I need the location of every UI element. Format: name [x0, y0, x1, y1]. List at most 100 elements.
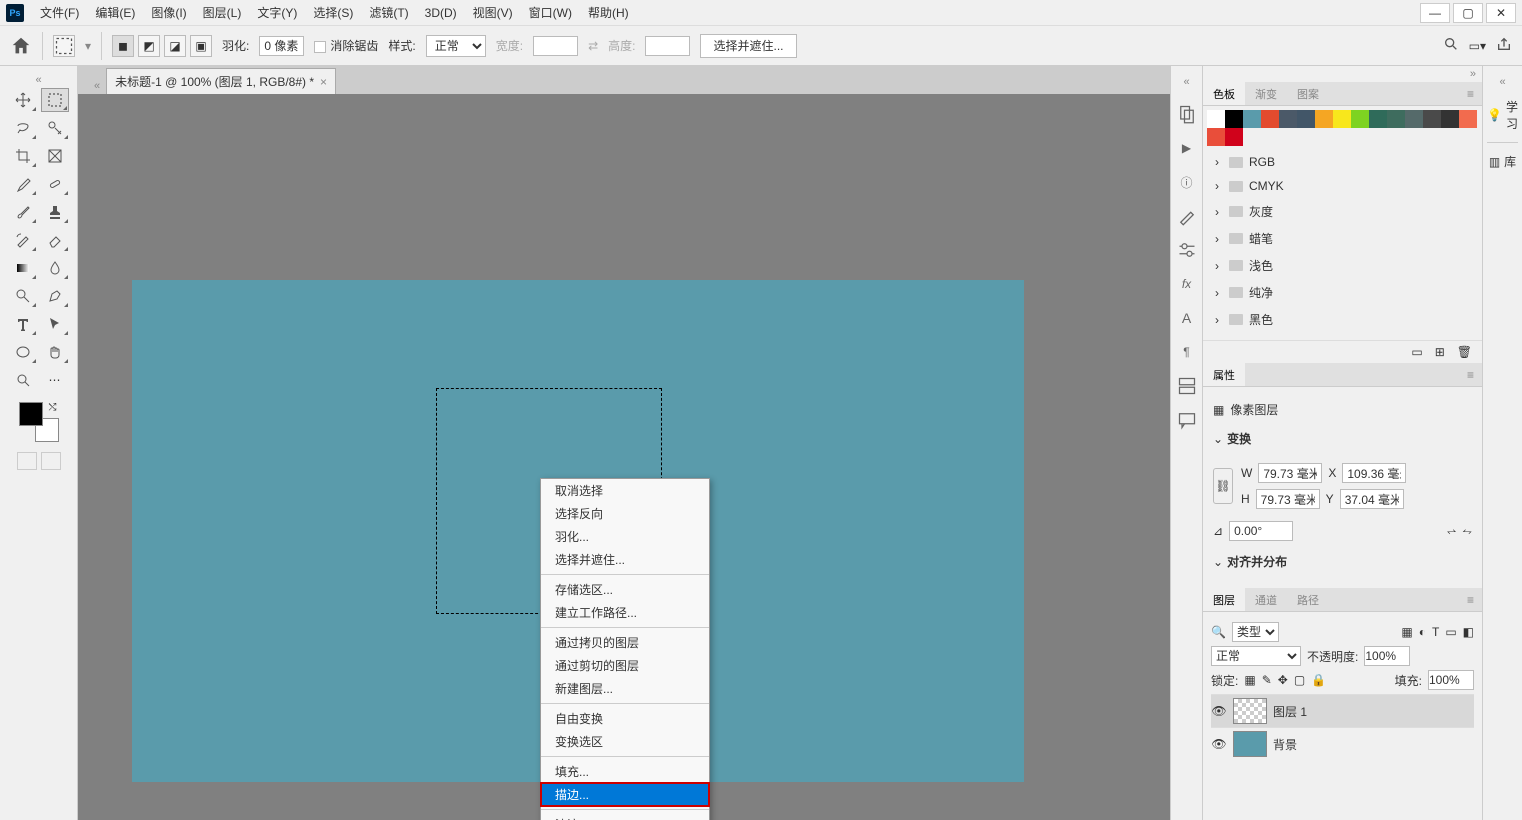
tab-pattern[interactable]: 图案 [1287, 82, 1329, 105]
swatch[interactable] [1423, 110, 1441, 128]
history-brush-tool[interactable] [9, 228, 37, 252]
visibility-icon[interactable]: 👁 [1211, 737, 1227, 751]
context-menu-item[interactable]: 建立工作路径... [541, 601, 709, 624]
eraser-tool[interactable] [41, 228, 69, 252]
stamp-tool[interactable] [41, 200, 69, 224]
swatch-folder[interactable]: ›较暗 [1203, 333, 1482, 340]
context-menu-item[interactable]: 通过剪切的图层 [541, 654, 709, 677]
tab-layers[interactable]: 图层 [1203, 588, 1245, 611]
filter-shape-icon[interactable]: ▭ [1445, 625, 1456, 639]
marquee-tool[interactable] [41, 88, 69, 112]
feather-input[interactable] [259, 36, 304, 56]
menu-3d[interactable]: 3D(D) [417, 0, 465, 25]
hist-strip-icon[interactable] [1177, 376, 1197, 396]
filter-type-icon[interactable]: T [1432, 625, 1439, 639]
new-swatch-icon[interactable]: ⊞ [1435, 345, 1445, 359]
document-tab[interactable]: 未标题-1 @ 100% (图层 1, RGB/8#) * × [106, 68, 336, 94]
swatch[interactable] [1387, 110, 1405, 128]
screenmode-icon[interactable] [41, 452, 61, 470]
swatch[interactable] [1459, 110, 1477, 128]
layer-name[interactable]: 图层 1 [1273, 703, 1307, 720]
context-menu-item[interactable]: 自由变换 [541, 707, 709, 730]
strip-collapse-icon[interactable]: « [1177, 74, 1195, 90]
close-tab-icon[interactable]: × [320, 75, 327, 89]
menu-file[interactable]: 文件(F) [32, 0, 87, 25]
menu-view[interactable]: 视图(V) [465, 0, 521, 25]
path-select-tool[interactable] [41, 312, 69, 336]
link-wh-icon[interactable]: ⛓ [1213, 468, 1233, 504]
home-icon[interactable] [10, 35, 32, 57]
foreground-color[interactable] [19, 402, 43, 426]
type-tool[interactable] [9, 312, 37, 336]
swatch[interactable] [1369, 110, 1387, 128]
zoom-tool[interactable] [9, 368, 37, 392]
swatch[interactable] [1225, 128, 1243, 146]
x-field[interactable] [1342, 463, 1406, 483]
more-tools[interactable]: ⋯ [41, 368, 69, 392]
lock-paint-icon[interactable]: ✎ [1262, 673, 1272, 687]
tabbar-collapse-icon[interactable]: « [88, 78, 106, 94]
quickmask-icon[interactable] [17, 452, 37, 470]
align-section[interactable]: 对齐并分布 [1227, 553, 1287, 570]
lock-all-icon[interactable]: 🔒 [1311, 673, 1326, 687]
char-strip-icon[interactable]: A [1177, 308, 1197, 328]
menu-layer[interactable]: 图层(L) [195, 0, 250, 25]
tab-gradient[interactable]: 渐变 [1245, 82, 1287, 105]
filter-pixel-icon[interactable]: ▦ [1401, 625, 1412, 639]
context-menu-item[interactable]: 通过拷贝的图层 [541, 631, 709, 654]
search-icon[interactable] [1443, 36, 1459, 55]
context-menu-item[interactable]: 存储选区... [541, 578, 709, 601]
share-icon[interactable] [1496, 36, 1512, 55]
lock-pixels-icon[interactable]: ▦ [1244, 673, 1255, 687]
swatch-folder[interactable]: ›纯净 [1203, 279, 1482, 306]
menu-filter[interactable]: 滤镜(T) [361, 0, 416, 25]
height-field[interactable] [1256, 489, 1320, 509]
swap-colors-icon[interactable]: ⤭ [49, 402, 57, 413]
eyedropper-tool[interactable] [9, 172, 37, 196]
brush-strip-icon[interactable] [1177, 206, 1197, 226]
select-and-mask-button[interactable]: 选择并遮住... [700, 34, 796, 58]
color-swatches[interactable]: ⤭ [19, 402, 59, 442]
window-close-button[interactable]: ✕ [1486, 3, 1516, 23]
fill-input[interactable] [1428, 670, 1474, 690]
comment-strip-icon[interactable] [1177, 410, 1197, 430]
swatch[interactable] [1279, 110, 1297, 128]
y-field[interactable] [1340, 489, 1404, 509]
transform-section[interactable]: 变换 [1227, 430, 1251, 447]
swatch[interactable] [1225, 110, 1243, 128]
swatch[interactable] [1441, 110, 1459, 128]
swatch[interactable] [1243, 110, 1261, 128]
move-tool[interactable] [9, 88, 37, 112]
swatch[interactable] [1405, 110, 1423, 128]
rightstrip-collapse-icon[interactable]: « [1493, 74, 1511, 90]
collapse-tools-icon[interactable]: « [29, 72, 47, 88]
panelcol-collapse-icon[interactable]: » [1464, 66, 1482, 82]
brush-tool[interactable] [9, 200, 37, 224]
info-strip-icon[interactable]: ⓘ [1177, 172, 1197, 192]
context-menu-item[interactable]: 变换选区 [541, 730, 709, 753]
tab-paths[interactable]: 路径 [1287, 588, 1329, 611]
delete-swatch-icon[interactable]: 🗑 [1457, 345, 1472, 359]
swatch-folder-list[interactable]: ›RGB›CMYK›灰度›蜡笔›浅色›纯净›黑色›较暗 [1203, 150, 1482, 340]
selection-intersect-icon[interactable]: ▣ [190, 35, 212, 57]
lock-position-icon[interactable]: ✥ [1278, 673, 1288, 687]
menu-help[interactable]: 帮助(H) [580, 0, 637, 25]
frame-tool[interactable] [41, 144, 69, 168]
context-menu-item[interactable]: 波浪 [541, 813, 709, 820]
swatch-folder[interactable]: ›浅色 [1203, 252, 1482, 279]
workspace-icon[interactable]: ▭▾ [1469, 39, 1486, 53]
blur-tool[interactable] [41, 256, 69, 280]
swatch[interactable] [1261, 110, 1279, 128]
filter-search-icon[interactable]: 🔍 [1211, 625, 1226, 639]
menu-image[interactable]: 图像(I) [143, 0, 194, 25]
layer-row-bg[interactable]: 👁 背景 [1211, 727, 1474, 760]
lasso-tool[interactable] [9, 116, 37, 140]
swatch[interactable] [1207, 128, 1225, 146]
window-maximize-button[interactable]: ▢ [1453, 3, 1483, 23]
swatch[interactable] [1351, 110, 1369, 128]
blend-mode-select[interactable]: 正常 [1211, 646, 1301, 666]
swatch-folder[interactable]: ›灰度 [1203, 198, 1482, 225]
menu-window[interactable]: 窗口(W) [521, 0, 580, 25]
menu-edit[interactable]: 编辑(E) [87, 0, 143, 25]
panel-menu-icon[interactable]: ≡ [1459, 87, 1482, 101]
